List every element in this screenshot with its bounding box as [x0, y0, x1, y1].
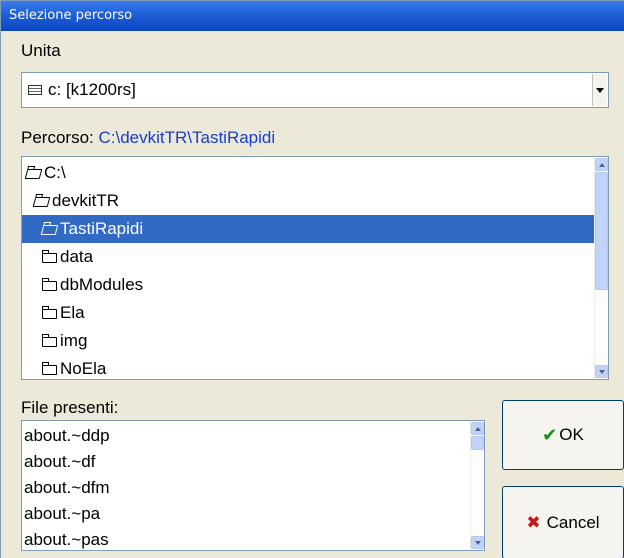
- chevron-down-icon: [598, 369, 605, 374]
- path-row: Percorso: C:\devkitTR\TastiRapidi: [21, 128, 275, 148]
- scroll-thumb[interactable]: [471, 436, 484, 450]
- scroll-down-button[interactable]: [471, 536, 484, 549]
- scroll-up-button[interactable]: [471, 422, 484, 435]
- folder-icon: [42, 306, 57, 319]
- file-list-scrollbar[interactable]: [470, 421, 484, 550]
- scroll-down-button[interactable]: [595, 365, 608, 378]
- folder-icon: [42, 250, 57, 263]
- folder-item-label: img: [60, 331, 88, 350]
- folder-item-label: dbModules: [60, 275, 144, 294]
- folder-item-label: devkitTR: [52, 191, 120, 210]
- folder-icon: [42, 334, 57, 347]
- folder-item[interactable]: devkitTR: [32, 187, 120, 215]
- path-selection-dialog: Selezione percorso Unita c: [k1200rs] Pe…: [0, 0, 624, 558]
- file-item[interactable]: about.~ddp: [22, 423, 110, 449]
- scroll-thumb[interactable]: [595, 172, 608, 290]
- scroll-up-button[interactable]: [595, 158, 608, 171]
- cancel-button[interactable]: ✖ Cancel: [502, 486, 624, 558]
- folder-item-label: TastiRapidi: [60, 219, 144, 238]
- folder-item[interactable]: NoEla: [42, 355, 107, 379]
- folder-item[interactable]: data: [42, 243, 93, 271]
- folder-item-label: data: [60, 247, 94, 266]
- ok-button[interactable]: ✔ OK: [502, 400, 624, 470]
- ok-button-label: OK: [559, 425, 584, 444]
- drive-select[interactable]: c: [k1200rs]: [21, 72, 609, 108]
- folder-item-label: C:\: [44, 163, 66, 182]
- path-value: C:\devkitTR\TastiRapidi: [98, 128, 276, 147]
- folder-item-selected[interactable]: TastiRapidi: [22, 215, 598, 243]
- open-folder-icon: [24, 169, 43, 179]
- drive-dropdown-button[interactable]: [592, 74, 607, 106]
- folder-item[interactable]: C:\: [24, 159, 66, 187]
- drive-select-value: c: [k1200rs]: [48, 80, 136, 99]
- close-icon: ✖: [526, 512, 541, 532]
- file-item[interactable]: about.~pas: [22, 527, 109, 550]
- folder-item[interactable]: Ela: [42, 299, 85, 327]
- chevron-up-icon: [598, 162, 605, 167]
- file-item[interactable]: about.~df: [22, 449, 95, 475]
- file-item[interactable]: about.~pa: [22, 501, 100, 527]
- chevron-down-icon: [474, 540, 481, 545]
- path-label: Percorso:: [21, 128, 94, 147]
- chevron-down-icon: [596, 87, 604, 93]
- file-item[interactable]: about.~dfm: [22, 475, 110, 501]
- files-label: File presenti:: [21, 398, 119, 417]
- open-folder-icon: [40, 225, 59, 235]
- folder-list-scrollbar[interactable]: [594, 157, 608, 379]
- window-title: Selezione percorso: [9, 8, 133, 23]
- folder-icon: [42, 278, 57, 291]
- drive-label: Unita: [21, 41, 61, 60]
- folder-item[interactable]: img: [42, 327, 87, 355]
- folder-icon: [42, 362, 57, 375]
- folder-item[interactable]: dbModules: [42, 271, 143, 299]
- drive-icon: [28, 85, 42, 95]
- title-bar[interactable]: Selezione percorso: [1, 1, 624, 31]
- check-icon: ✔: [542, 424, 558, 445]
- open-folder-icon: [32, 197, 51, 207]
- folder-item-label: NoEla: [60, 359, 107, 378]
- file-list[interactable]: about.~ddp about.~df about.~dfm about.~p…: [21, 420, 485, 551]
- cancel-button-label: Cancel: [546, 512, 600, 532]
- folder-list[interactable]: C:\ devkitTR TastiRapidi data dbModules …: [21, 156, 609, 380]
- folder-item-label: Ela: [60, 303, 85, 322]
- chevron-up-icon: [474, 426, 481, 431]
